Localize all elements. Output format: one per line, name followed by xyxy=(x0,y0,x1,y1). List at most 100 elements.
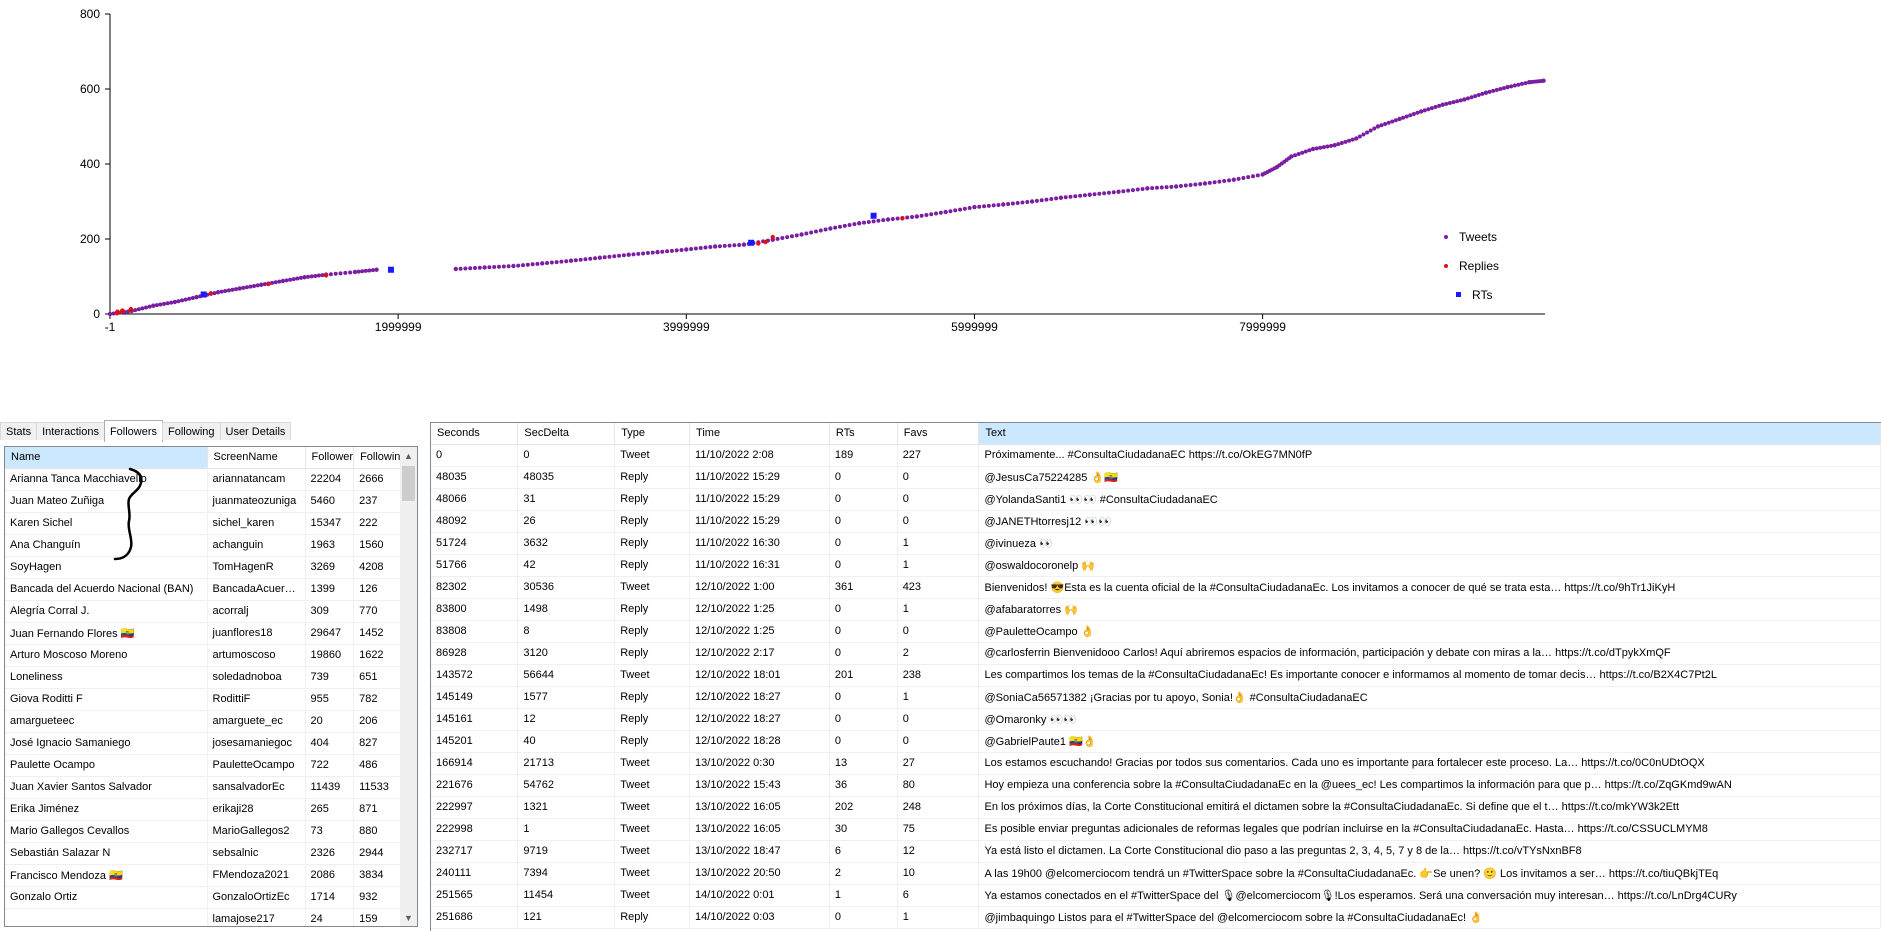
table-row[interactable]: amargueteec amarguete_ec 20 206 xyxy=(5,710,408,733)
table-cell: 251686 xyxy=(431,906,519,929)
table-row[interactable]: 232717 9719 Tweet 13/10/2022 18:47 6 12 Ya est… xyxy=(431,840,1881,863)
tweet-point xyxy=(568,258,574,263)
table-row[interactable]: 83800 1498 Reply 12/10/2022 1:25 0 1 @afabarat… xyxy=(431,598,1881,621)
scroll-up-icon[interactable]: ▲ xyxy=(400,447,417,464)
tab-strip: Stats Interactions Followers Following User … xyxy=(0,420,425,444)
table-cell: Arturo Moscoso Moreno xyxy=(5,644,208,667)
column-header[interactable]: Seconds xyxy=(431,423,519,445)
column-header[interactable]: Time xyxy=(689,423,830,445)
tab-interactions[interactable]: Interactions xyxy=(36,422,105,440)
table-row[interactable]: Paulette Ocampo PauletteOcampo 722 486 xyxy=(5,754,408,777)
tab-followers[interactable]: Followers xyxy=(103,420,164,442)
column-header[interactable]: Follower xyxy=(305,447,355,469)
table-row[interactable]: 222997 1321 Tweet 13/10/2022 16:05 202 248 En … xyxy=(431,796,1881,819)
tweet-point xyxy=(333,271,338,276)
table-cell: 145161 xyxy=(431,708,519,731)
table-row[interactable]: 251565 11454 Tweet 14/10/2022 0:01 1 6 Ya esta… xyxy=(431,884,1881,907)
vertical-scrollbar[interactable]: ▲ ▼ xyxy=(400,447,417,926)
table-row[interactable]: Juan Fernando Flores 🇪🇨 juanflores18 29647… xyxy=(5,622,408,645)
tab-user-details[interactable]: User Details xyxy=(219,422,292,440)
table-row[interactable]: 251686 121 Reply 14/10/2022 0:03 0 1 @jimbaqui… xyxy=(431,906,1881,929)
table-row[interactable]: 145161 12 Reply 12/10/2022 18:27 0 0 @Omaronky… xyxy=(431,708,1881,731)
table-cell: 10 xyxy=(897,862,980,885)
tweet-point xyxy=(1150,186,1155,191)
table-row[interactable]: Mario Gallegos Cevallos MarioGallegos2 73 8… xyxy=(5,820,408,843)
table-row[interactable]: Arianna Tanca Macchiavello ariannatancam 2… xyxy=(5,468,408,491)
column-header[interactable]: RTs xyxy=(829,423,898,445)
table-cell: 0 xyxy=(897,620,980,643)
tweet-point xyxy=(741,242,747,247)
tweets-grid[interactable]: Seconds SecDelta Type Time RTs Favs Text 0 0 Twe… xyxy=(430,422,1881,931)
tab-stats[interactable]: Stats xyxy=(0,422,38,440)
table-row[interactable]: 166914 21713 Tweet 13/10/2022 0:30 13 27 Los e… xyxy=(431,752,1881,775)
tab-following[interactable]: Following xyxy=(162,422,221,440)
table-row[interactable]: 143572 56644 Tweet 12/10/2022 18:01 201 238 Le… xyxy=(431,664,1881,687)
table-row[interactable]: Sebastián Salazar Nsebsalnic 2326 2944 xyxy=(5,842,408,865)
tweet-point xyxy=(722,243,727,248)
table-row[interactable]: Giova Roditti F RodittiF 955 782 xyxy=(5,688,408,711)
table-row[interactable]: Juan Mateo Zuñiga juanmateozuniga 5460 237 xyxy=(5,490,408,513)
table-row[interactable]: 48066 31 Reply 11/10/2022 15:29 0 0 @YolandaSa… xyxy=(431,488,1881,511)
column-header[interactable]: Favs xyxy=(897,423,980,445)
table-row[interactable]: 82302 30536 Tweet 12/10/2022 1:00 361 423 Bien… xyxy=(431,576,1881,599)
column-header[interactable]: Name xyxy=(5,447,208,469)
tweet-point xyxy=(564,259,569,264)
table-row[interactable]: Karen Sichel sichel_karen 15347 222 xyxy=(5,512,408,535)
table-cell: 0 xyxy=(829,642,898,665)
legend-rt-marker xyxy=(1456,292,1461,297)
table-row[interactable]: Ana Changuín achanguin 1963 1560 xyxy=(5,534,408,557)
tweet-point xyxy=(554,260,559,265)
table-row[interactable]: Bancada del Acuerdo Nacional (BAN) Bancad… xyxy=(5,578,408,601)
table-row[interactable]: SoyHagen TomHagenR 3269 4208 xyxy=(5,556,408,579)
tweet-point xyxy=(352,269,358,275)
tweet-point xyxy=(151,303,156,308)
table-row[interactable]: 48035 48035 Reply 11/10/2022 15:29 0 0 @JesusC… xyxy=(431,466,1881,489)
table-row[interactable]: José Ignacio Samaniego josesamaniegoc 404 8… xyxy=(5,732,408,755)
column-header[interactable]: ScreenName xyxy=(207,447,306,469)
table-cell: 0 xyxy=(829,532,898,555)
table-cell: 11454 xyxy=(517,884,616,907)
table-row[interactable]: 51766 42 Reply 11/10/2022 16:31 0 1 @oswaldoco… xyxy=(431,554,1881,577)
table-row[interactable]: Erika Jiménez erikaji28 265 871 xyxy=(5,798,408,821)
tweet-point xyxy=(487,265,492,270)
column-header[interactable]: Text xyxy=(978,423,1881,445)
table-row[interactable]: 86928 3120 Reply 12/10/2022 2:17 0 2 @carlosfe… xyxy=(431,642,1881,665)
column-header[interactable]: Type xyxy=(614,423,691,445)
table-cell: 0 xyxy=(897,708,980,731)
tweet-point xyxy=(1332,143,1337,148)
table-row[interactable]: 145201 40 Reply 12/10/2022 18:28 0 0 @GabrielP… xyxy=(431,730,1881,753)
table-row[interactable]: 240111 7394 Tweet 13/10/2022 20:50 2 10 A las … xyxy=(431,862,1881,885)
table-row[interactable]: Juan Xavier Santos Salvador sansalvadorEc… xyxy=(5,776,408,799)
table-row[interactable]: Loneliness soledadnoboa 739 651 xyxy=(5,666,408,689)
table-row[interactable]: 221676 54762 Tweet 13/10/2022 15:43 36 80 Hoy … xyxy=(431,774,1881,797)
column-header[interactable]: SecDelta xyxy=(517,423,616,445)
followers-grid[interactable]: Name ScreenName Follower Following Arianna … xyxy=(4,446,418,927)
table-cell: 189 xyxy=(829,444,898,467)
table-cell: 12/10/2022 18:28 xyxy=(689,730,830,753)
table-row[interactable]: lamajose217 24 159 xyxy=(5,908,408,926)
table-cell: sebsalnic xyxy=(207,842,306,865)
table-cell: 0 xyxy=(829,686,898,709)
table-row[interactable]: Gonzalo Ortiz GonzaloOrtizEc 1714 932 xyxy=(5,886,408,909)
table-row[interactable]: 0 0 Tweet 11/10/2022 2:08 189 227 Próximamente… xyxy=(431,444,1881,467)
table-row[interactable]: Arturo Moscoso Moreno artumoscoso 19860 162… xyxy=(5,644,408,667)
scroll-down-icon[interactable]: ▼ xyxy=(400,909,417,926)
table-row[interactable]: 51724 3632 Reply 11/10/2022 16:30 0 1 @ivinuez… xyxy=(431,532,1881,555)
table-cell: Tweet xyxy=(614,840,691,863)
tweet-point xyxy=(1347,138,1352,143)
tweet-point xyxy=(1063,195,1068,200)
tweet-point xyxy=(895,216,900,221)
tweet-point xyxy=(1516,82,1521,87)
table-row[interactable]: 83808 8 Reply 12/10/2022 1:25 0 0 @PauletteOca… xyxy=(431,620,1881,643)
tweet-point xyxy=(1465,96,1470,101)
table-row[interactable]: 145149 1577 Reply 12/10/2022 18:27 0 1 @SoniaC… xyxy=(431,686,1881,709)
table-cell: Hoy empieza una conferencia sobre la #Co… xyxy=(978,774,1881,797)
reply-point xyxy=(128,306,134,312)
tweet-point xyxy=(1429,106,1434,111)
table-row[interactable]: 48092 26 Reply 11/10/2022 15:29 0 0 @JANETHtor… xyxy=(431,510,1881,533)
table-row[interactable]: 222998 1 Tweet 13/10/2022 16:05 30 75 Es posib… xyxy=(431,818,1881,841)
scroll-thumb[interactable] xyxy=(402,466,415,501)
table-row[interactable]: Francisco Mendoza 🇪🇨 FMendoza2021 2086 3834 xyxy=(5,864,408,887)
table-row[interactable]: Alegría Corral J. acorralj 309 770 xyxy=(5,600,408,623)
table-cell: @PauletteOcampo 👌 xyxy=(978,620,1881,643)
